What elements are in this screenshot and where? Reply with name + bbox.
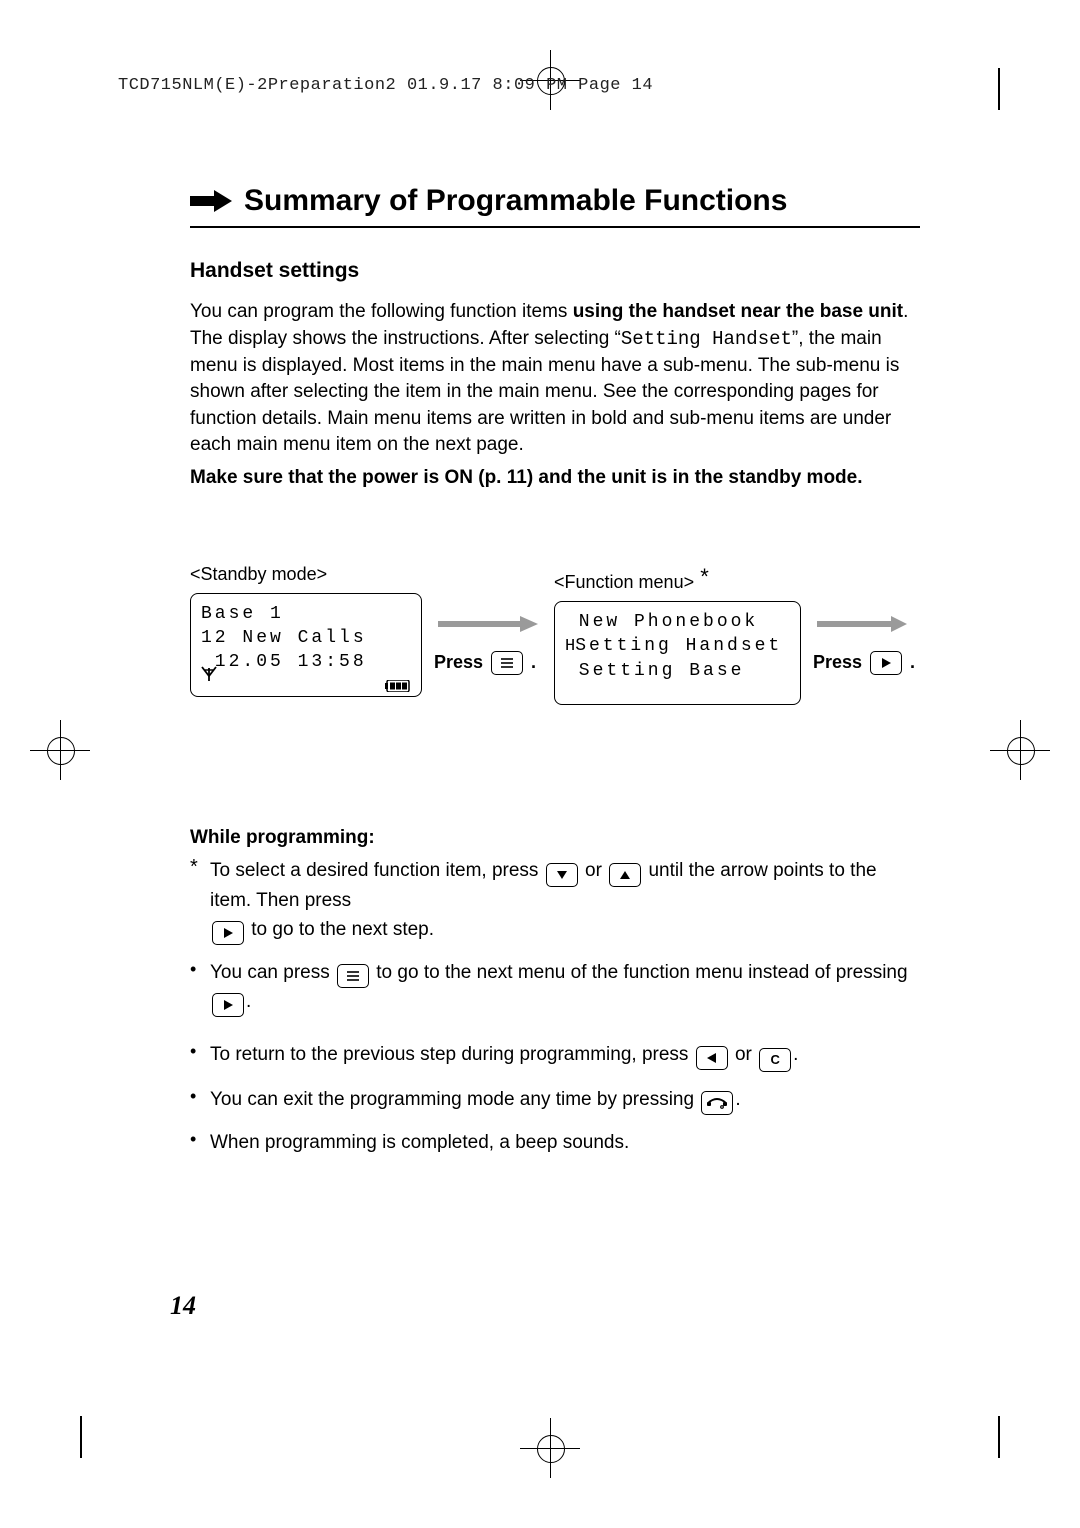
arrow-right-solid-icon [190, 190, 232, 212]
screens-row: <Standby mode> Base 1 12 New Calls 12.05… [190, 562, 920, 705]
t: To return to the previous step during pr… [210, 1044, 694, 1065]
section-title-row: Summary of Programmable Functions [190, 180, 920, 228]
lcd-line: Setting Base [565, 659, 790, 683]
bullet-icon: • [190, 1086, 204, 1108]
function-column: <Function menu> * New Phonebook HSetting… [554, 562, 801, 705]
note-item: • To return to the previous step during … [190, 1041, 920, 1072]
t: . [246, 991, 251, 1012]
down-button-icon [546, 863, 578, 887]
standby-column: <Standby mode> Base 1 12 New Calls 12.05… [190, 562, 422, 697]
lcd-line: 12 New Calls [201, 626, 411, 650]
function-screen: New Phonebook HSetting Handset Setting B… [554, 601, 801, 705]
intro-mono: Setting Handset [621, 328, 792, 350]
subsection-title: Handset settings [190, 256, 920, 285]
intro-bold: using the handset near the base unit [573, 301, 903, 322]
flow-arrow-icon [438, 614, 538, 641]
function-label-text: <Function menu> [554, 572, 694, 592]
registration-mark-icon [990, 720, 1050, 780]
notes-section: While programming: * To select a desired… [190, 825, 920, 1157]
right-button-icon [212, 921, 244, 945]
crop-mark-icon [998, 1416, 1000, 1458]
note-text: You can press to go to the next menu of … [210, 959, 920, 1017]
up-button-icon [609, 863, 641, 887]
print-header: TCD715NLM(E)-2Preparation2 01.9.17 8:09 … [118, 74, 653, 98]
battery-icon [385, 676, 411, 688]
section-title: Summary of Programmable Functions [244, 180, 787, 222]
function-label: <Function menu> * [554, 562, 801, 595]
note-item: • You can exit the programming mode any … [190, 1086, 920, 1115]
left-button-icon [696, 1046, 728, 1070]
standby-label: <Standby mode> [190, 562, 422, 587]
crop-mark-icon [998, 68, 1000, 110]
note-text: To return to the previous step during pr… [210, 1041, 920, 1072]
intro-text: You can program the following function i… [190, 301, 573, 322]
note-item: • When programming is completed, a beep … [190, 1129, 920, 1158]
right-button-icon [212, 993, 244, 1017]
note-text: When programming is completed, a beep so… [210, 1129, 920, 1158]
lcd-line: Base 1 [201, 602, 411, 626]
antenna-icon [201, 666, 217, 690]
lcd-text: Setting Handset [575, 636, 782, 656]
right-button-icon [870, 651, 902, 675]
press-instruction: Press . [813, 650, 915, 675]
page-number: 14 [170, 1288, 196, 1324]
t: . [735, 1089, 740, 1110]
hangup-button-icon [701, 1091, 733, 1115]
note-text: You can exit the programming mode any ti… [210, 1086, 920, 1115]
lcd-line: HSetting Handset [565, 634, 790, 659]
bullet-icon: • [190, 959, 204, 981]
lcd-line: New Phonebook [565, 610, 790, 634]
pointer-icon: H [565, 637, 575, 656]
flow-column: Press . [817, 562, 915, 676]
menu-button-icon [491, 651, 523, 675]
c-button-icon: C [759, 1048, 791, 1072]
t: To select a desired function item, press [210, 860, 544, 881]
t: . [793, 1044, 798, 1065]
t: or [585, 860, 607, 881]
t: You can press [210, 962, 335, 983]
t: to go to the next step. [251, 919, 434, 940]
lcd-line: 12.05 13:58 [201, 650, 411, 674]
press-label: Press [813, 650, 862, 675]
press-instruction: Press . [434, 650, 538, 675]
t: or [735, 1044, 757, 1065]
note-item: • You can press to go to the next menu o… [190, 959, 920, 1017]
bullet-icon: • [190, 1041, 204, 1063]
press-label: Press [434, 650, 483, 675]
intro-warning: Make sure that the power is ON (p. 11) a… [190, 465, 920, 492]
crop-mark-icon [80, 1416, 82, 1458]
note-item: * To select a desired function item, pre… [190, 857, 920, 945]
bullet-icon: • [190, 1129, 204, 1151]
registration-mark-icon [520, 1418, 580, 1478]
registration-mark-icon [30, 720, 90, 780]
t: You can exit the programming mode any ti… [210, 1089, 699, 1110]
standby-screen: Base 1 12 New Calls 12.05 13:58 [190, 593, 422, 697]
footnote-star-icon: * [190, 857, 204, 877]
menu-button-icon [337, 964, 369, 988]
flow-column: Press . [438, 562, 538, 676]
t: to go to the next menu of the function m… [376, 962, 907, 983]
intro-paragraph: You can program the following function i… [190, 299, 920, 459]
note-text: To select a desired function item, press… [210, 857, 920, 945]
notes-heading: While programming: [190, 825, 920, 852]
page-content: Summary of Programmable Functions Handse… [190, 180, 920, 1171]
flow-arrow-icon [817, 614, 907, 641]
